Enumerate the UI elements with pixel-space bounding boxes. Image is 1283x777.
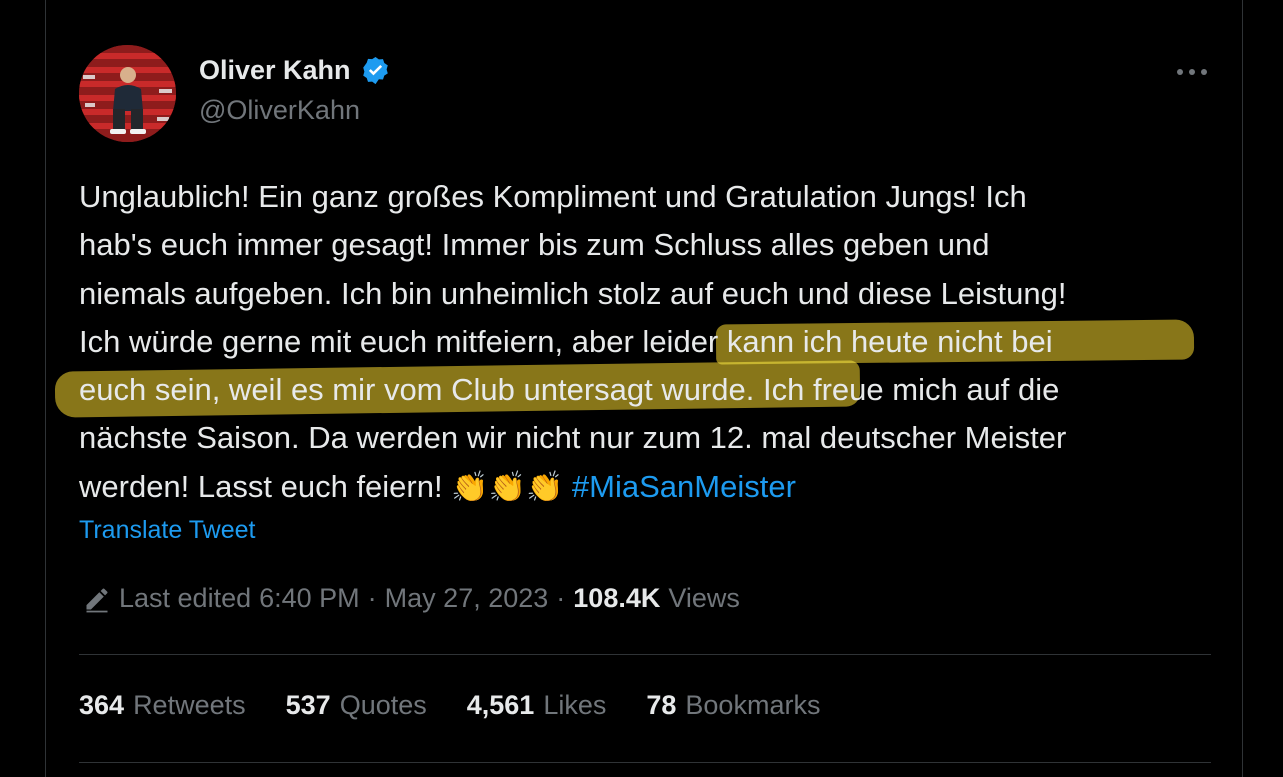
quotes-stat[interactable]: 537 Quotes [286, 690, 427, 721]
views-label: Views [668, 583, 740, 613]
verified-badge-icon [362, 56, 388, 85]
bookmarks-stat[interactable]: 78 Bookmarks [646, 690, 820, 721]
likes-count: 4,561 [466, 690, 535, 720]
author-name-text: Oliver Kahn [199, 55, 351, 85]
tweet-text-line: niemals aufgeben. Ich bin unheimlich sto… [79, 275, 1067, 311]
avatar[interactable] [79, 45, 176, 142]
tweet-text-last: werden! Lasst euch feiern! [79, 468, 443, 504]
bookmarks-label: Bookmarks [685, 690, 821, 720]
author-handle[interactable]: @OliverKahn [199, 95, 360, 126]
divider [79, 762, 1211, 763]
more-options-icon [1177, 69, 1207, 75]
translate-tweet-link[interactable]: Translate Tweet [79, 516, 255, 545]
divider [79, 654, 1211, 655]
author-name[interactable]: Oliver Kahn [199, 55, 391, 86]
retweets-stat[interactable]: 364 Retweets [79, 690, 246, 721]
retweets-label: Retweets [133, 690, 246, 720]
tweet: Oliver Kahn @OliverKahn Unglaublich! Ein… [0, 0, 1283, 777]
bookmarks-count: 78 [646, 690, 677, 720]
avatar-image [79, 45, 176, 142]
tweet-text: Unglaublich! Ein ganz großes Kompliment … [79, 173, 1209, 512]
tweet-text-line: euch sein, weil es mir vom Club untersag… [79, 372, 1060, 408]
tweet-text-line: Unglaublich! Ein ganz großes Kompliment … [79, 179, 1027, 214]
engagement-stats: 364 Retweets 537 Quotes 4,561 Likes 78 Bookm… [79, 690, 820, 721]
tweet-date[interactable]: May 27, 2023 [385, 583, 549, 614]
likes-stat[interactable]: 4,561 Likes [467, 690, 607, 721]
views-count: 108.4K [573, 583, 661, 613]
quotes-label: Quotes [339, 690, 427, 720]
likes-label: Likes [543, 690, 607, 720]
tweet-text-line: Ich würde gerne mit euch mitfeiern, aber… [79, 323, 1053, 359]
clapping-hands-emoji: 👏👏👏 [451, 470, 564, 504]
meta-separator: · [556, 583, 566, 613]
tweet-text-line: werden! Lasst euch feiern! 👏👏👏 #MiaSanMe… [79, 463, 1209, 512]
tweet-text-line: nächste Saison. Da werden wir nicht nur … [79, 420, 1067, 456]
tweet-time[interactable]: 6:40 PM [259, 583, 360, 614]
tweet-meta: Last edited 6:40 PM · May 27, 2023 · 108… [83, 583, 740, 614]
meta-separator: · [367, 583, 377, 613]
quotes-count: 537 [285, 690, 331, 720]
retweets-count: 364 [79, 690, 125, 720]
more-options-button[interactable] [1170, 55, 1214, 89]
tweet-text-line: hab's euch immer gesagt! Immer bis zum S… [79, 227, 990, 263]
hashtag-link[interactable]: #MiaSanMeister [572, 469, 796, 504]
edit-pencil-icon [86, 588, 108, 612]
edited-label[interactable]: Last edited [119, 583, 251, 614]
